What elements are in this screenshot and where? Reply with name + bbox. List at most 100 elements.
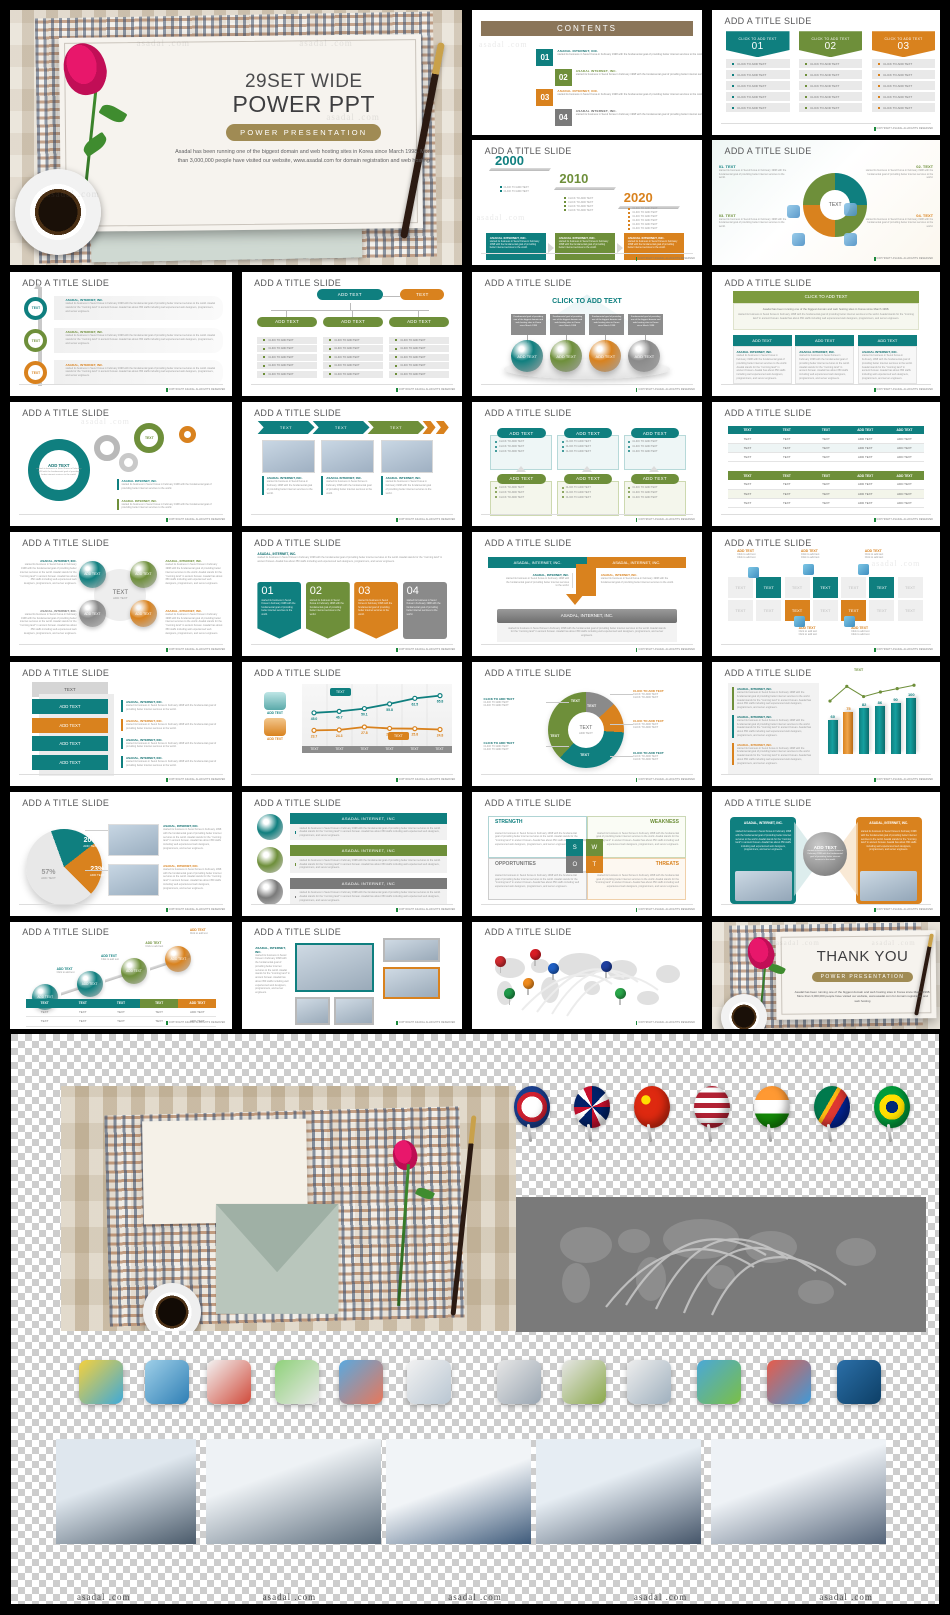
cover-slide[interactable]: 29SET WIDE POWER PPT POWER PRESENTATION …: [10, 10, 462, 265]
table-row[interactable]: TEXT TEXT TEXT ADD TEXT ADD TEXT: [727, 480, 925, 490]
org-child-node[interactable]: ADD TEXT: [323, 316, 383, 327]
photo-grid-caption[interactable]: ASADAL, INTERNET, INC. started its busine…: [255, 946, 290, 995]
tables-slide[interactable]: ADD A TITLE SLIDE TEXT TEXT TEXT ADD TEXT AD…: [712, 402, 940, 526]
in-flag-pin[interactable]: [522, 977, 534, 995]
vertical-list-slide[interactable]: ADD A TITLE SLIDE TEXT ASADAL, INTERNET, …: [10, 272, 232, 396]
list-badge[interactable]: TEXT: [24, 361, 48, 385]
grid-cell[interactable]: TEXT: [756, 576, 782, 598]
grid-cell[interactable]: TEXT: [869, 600, 895, 622]
arrow-photos-slide[interactable]: ADD A TITLE SLIDE TEXT TEXT TEXT ASADAL INT…: [242, 402, 462, 526]
kr-flag-pin[interactable]: [547, 962, 559, 980]
china-flag-pin[interactable]: [631, 1086, 673, 1143]
step-bubble-label[interactable]: ADD TEXT Click to add text: [190, 928, 232, 935]
stack-item[interactable]: ADD TEXT: [32, 736, 108, 752]
icon-bar-title[interactable]: ASADAL INTERNET, INC: [290, 813, 447, 825]
banner-three-slide[interactable]: ADD A TITLE SLIDE CLICK TO ADD TEXT Asada…: [712, 272, 940, 396]
pie-note[interactable]: ASADAL, INTERNET, INC. started its busine…: [163, 864, 225, 891]
donut-quadrant-label[interactable]: 02. TEXT started its business in Seoul Ko…: [862, 164, 933, 180]
six-box-slide[interactable]: ADD A TITLE SLIDE ADD TEXT CLICK TO ADD T…: [472, 402, 702, 526]
uk-flag-pin[interactable]: [495, 956, 506, 974]
three-column-slide[interactable]: ADD A TITLE SLIDE CLICK TO ADD TEXT 01 CLI…: [712, 10, 940, 135]
person-no-icon[interactable]: [621, 1354, 677, 1410]
stack-note[interactable]: ASADAL, INTERNET, INC. started its busine…: [121, 719, 221, 731]
step-bubble[interactable]: ADD TEXT: [76, 971, 103, 998]
grid-label-bottom[interactable]: ADD TEXT Click to add text Click to add te…: [851, 626, 869, 636]
converge-left-banner[interactable]: ASADAL, INTERNET, INC.: [488, 556, 587, 568]
power-button-icon[interactable]: [831, 1354, 887, 1410]
contents-item[interactable]: 03 ASADAL INTERNET, INC. started its bus…: [536, 88, 702, 106]
donut-quadrant-label[interactable]: 04. TEXT started its business in Seoul Ko…: [862, 213, 933, 229]
thank-you-slide[interactable]: THANK YOU POWER PRESENTATION Asadal has …: [712, 922, 940, 1029]
grid-label-bottom[interactable]: ADD TEXT Click to add text Click to add te…: [799, 626, 817, 636]
circle-note[interactable]: ASADAL, INTERNET, INC. started its busine…: [19, 609, 77, 636]
circle-four-slide[interactable]: ADD A TITLE SLIDE TEXT ADD TEXT ADD TEXT AD…: [10, 532, 232, 656]
brazil-flag-pin[interactable]: [871, 1086, 913, 1143]
table-row[interactable]: TEXT TEXT TEXT ADD TEXT ADD TEXT: [727, 443, 925, 454]
contents-item[interactable]: 04 ASADAL INTERNET, INC. started its bus…: [554, 108, 702, 126]
grid-cell[interactable]: TEXT: [897, 600, 923, 622]
arrow-step[interactable]: TEXT: [367, 420, 425, 435]
org-top-node[interactable]: ADD TEXT: [316, 289, 383, 301]
circle-bubble[interactable]: ADD TEXT: [129, 560, 157, 588]
cn-flag-pin[interactable]: [529, 948, 541, 966]
note-block[interactable]: ASADAL, INTERNET, INC. started its busine…: [731, 687, 815, 710]
number-blocks-icon[interactable]: [691, 1354, 747, 1410]
six-box-label[interactable]: ADD TEXT: [630, 428, 679, 439]
businessman-glasses-icon[interactable]: [139, 1354, 195, 1410]
photo-caption[interactable]: ASADAL INTERNET, INC. started its busines…: [261, 476, 315, 496]
banner-column-header[interactable]: ADD TEXT: [857, 335, 918, 347]
growth-arrows-icon[interactable]: [73, 1354, 129, 1410]
photo-caption[interactable]: ASADAL INTERNET, INC. started its busines…: [321, 476, 374, 496]
book-magnifier-icon[interactable]: [401, 1354, 457, 1410]
banner-column-header[interactable]: ADD TEXT: [795, 335, 855, 347]
uk-flag-pin[interactable]: [571, 1086, 613, 1143]
za-flag-pin[interactable]: [504, 988, 516, 1006]
step-bubble[interactable]: ADD TEXT: [165, 945, 192, 972]
table-row[interactable]: TEXT TEXT TEXT ADD TEXT ADD TEXT: [727, 434, 925, 444]
arrow-step[interactable]: TEXT: [312, 420, 370, 435]
donut-callout-slide[interactable]: ADD A TITLE SLIDE TEXT ADD TEXT TEXT TEXT TE…: [472, 662, 702, 786]
chart-pen-icon[interactable]: [761, 1354, 817, 1410]
converge-right-note[interactable]: ASADAL, INTERNET, INC. started its busine…: [601, 573, 677, 585]
grid-cell[interactable]: TEXT: [812, 600, 838, 622]
banner-column-header[interactable]: ADD TEXT: [732, 335, 792, 347]
step-card[interactable]: 01 started its business in Seoul Korea in…: [257, 581, 302, 639]
world-map-slide[interactable]: ADD A TITLE SLIDE COPYRIGHT ASADAL ALLRI…: [472, 922, 702, 1029]
notebook-clock-icon[interactable]: [201, 1354, 257, 1410]
banner-heading[interactable]: CLICK TO ADD TEXT: [732, 290, 920, 303]
three-column-item[interactable]: CLICK TO ADD TEXT 03 CLICK TO ADD TEXT CLIC…: [871, 31, 936, 113]
two-panel-center[interactable]: ADD TEXT started its business in Seoul Ko…: [803, 831, 848, 876]
list-badge[interactable]: TEXT: [24, 296, 48, 320]
grid-label-top[interactable]: ADD TEXT Click to add text Click to add te…: [737, 549, 755, 559]
grid-cell[interactable]: TEXT: [784, 576, 810, 598]
step-card[interactable]: 03 started its business in Seoul Korea in…: [354, 581, 399, 639]
grid-cell[interactable]: TEXT: [812, 576, 838, 598]
timeline-card[interactable]: ASADAL INTERNET, INC. started its busines…: [554, 232, 615, 260]
circle-bubble[interactable]: ADD TEXT: [129, 600, 157, 628]
circle-note[interactable]: ASADAL, INTERNET, INC. started its busine…: [165, 609, 223, 636]
icon-bar-title[interactable]: ASADAL INTERNET, INC: [290, 845, 447, 857]
chart-legend-item[interactable]: ADD TEXT: [258, 718, 292, 741]
arrow-step[interactable]: TEXT: [257, 420, 315, 435]
org-child-node[interactable]: ADD TEXT: [257, 316, 317, 327]
stack-list-slide[interactable]: ADD A TITLE SLIDE TEXT ADD TEXT ASADAL, IN…: [10, 662, 232, 786]
bar-chart-slide[interactable]: ADD A TITLE SLIDE ASADAL, INTERNET, INC.…: [712, 662, 940, 786]
swot-slide[interactable]: ADD A TITLE SLIDE STRENGTH started its bu…: [472, 792, 702, 916]
india-flag-pin[interactable]: [751, 1086, 793, 1143]
list-item[interactable]: ASADAL, INTERNET, INC. started its busine…: [66, 363, 217, 378]
donut-callout-note[interactable]: CLICK TO ADD TEXT CLICK TO ADD TEXT CLICK …: [484, 741, 544, 751]
person-lock-icon[interactable]: [491, 1354, 547, 1410]
headset-woman-photo[interactable]: [206, 1439, 381, 1544]
globe-arrow-icon[interactable]: [333, 1354, 389, 1410]
converge-left-note[interactable]: ASADAL, INTERNET, INC. started its busine…: [504, 572, 574, 589]
three-column-item[interactable]: CLICK TO ADD TEXT 02 CLICK TO ADD TEXT CLIC…: [798, 31, 863, 113]
grid-cell[interactable]: TEXT: [756, 600, 782, 622]
list-item[interactable]: ASADAL, INTERNET, INC. started its busine…: [66, 330, 217, 345]
six-box-label[interactable]: ADD TEXT: [497, 473, 546, 484]
donut-quadrant-label[interactable]: 01. TEXT started its business in Seoul Ko…: [719, 164, 790, 180]
stack-note[interactable]: ASADAL, INTERNET, INC. started its busine…: [121, 756, 221, 768]
rings-slide[interactable]: ADD A TITLE SLIDE ADD TEXT started its bu…: [10, 402, 232, 526]
grid-cell[interactable]: TEXT: [727, 600, 754, 622]
main-ring[interactable]: ADD TEXT started its business in Seoul Ko…: [27, 439, 90, 502]
finish-line-photo[interactable]: [711, 1439, 886, 1544]
